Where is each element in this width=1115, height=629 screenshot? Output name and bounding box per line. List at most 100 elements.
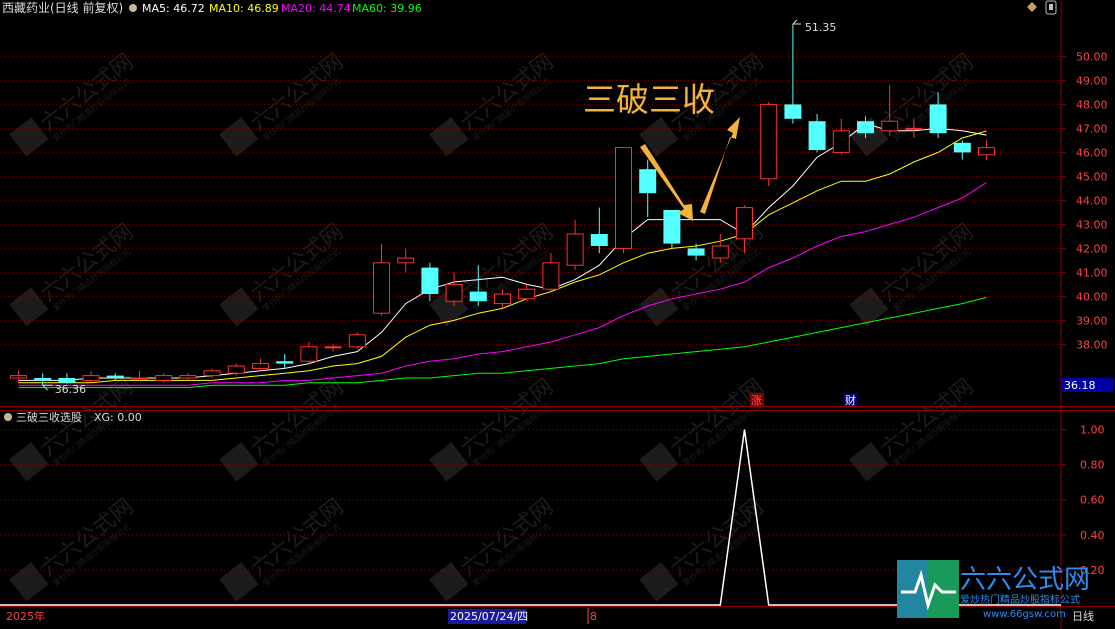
candle (445, 272, 463, 306)
watermark-text: 六六公式网 (36, 494, 138, 581)
candle (82, 370, 100, 383)
ma10-label: MA10: 46.89 (209, 2, 279, 15)
period-label[interactable]: 日线 (1072, 609, 1094, 623)
candle-body (373, 262, 390, 314)
candle-body (615, 147, 632, 249)
candle-body (687, 248, 705, 256)
ma5-label: MA5: 46.72 (142, 2, 205, 15)
watermark-tile: 六六公式网爱炒热门精品炒股指标公式 (9, 219, 138, 327)
watermark-tile: 六六公式网爱炒热门精品炒股指标公式 (219, 494, 348, 602)
candle-body (397, 257, 415, 264)
candle-body (469, 291, 487, 302)
top-right-controls (1027, 0, 1057, 15)
candle-body (711, 245, 729, 259)
candle (421, 262, 439, 302)
candle-body (518, 288, 536, 300)
candle (832, 118, 850, 155)
watermark-text: 六六公式网 (36, 219, 138, 306)
candle (518, 284, 536, 302)
watermark-tile: 六六公式网爱炒热门精品炒股指标公式 (849, 219, 978, 327)
cursor-date-label: 2025/07/24/四 (450, 610, 528, 623)
candle (808, 114, 826, 153)
candle-body (736, 207, 753, 240)
current-price-label: 36.18 (1064, 379, 1096, 392)
candle-body (445, 283, 463, 302)
watermark-text: 六六公式网 (456, 494, 558, 581)
candle-body (905, 127, 923, 130)
xg-value: XG: 0.00 (94, 411, 142, 424)
brand-slogan: 爱炒热门精品炒股指标公式 (960, 593, 1080, 606)
finance-marker[interactable]: 财 (845, 393, 856, 407)
candle-body (832, 130, 850, 153)
watermark-tile: 六六公式网爱炒热门精品炒股指标公式 (639, 494, 768, 602)
watermark-tile: 六六公式网爱炒热门精品炒股指标公式 (219, 49, 348, 157)
watermark-text: 六六公式网 (666, 374, 768, 461)
price-tick-label: 46.00 (1076, 146, 1108, 159)
annotation-text: 三破三收 (583, 80, 715, 119)
candle-body (566, 233, 584, 266)
candle (566, 219, 584, 270)
candlesticks (10, 24, 995, 386)
candle (590, 207, 608, 254)
candle-body (639, 169, 657, 194)
candle-body (300, 346, 318, 362)
candle-body (106, 375, 124, 378)
diamond-icon[interactable] (1027, 2, 1037, 12)
chart-header: 西藏药业(日线 前复权) MA5: 46.72 MA10: 46.89 MA20… (2, 0, 422, 15)
candle (324, 344, 342, 352)
candle-body (590, 234, 608, 246)
high-price-label: 51.35 (805, 21, 837, 34)
candle-body (760, 103, 778, 180)
watermark-tile: 六六公式网爱炒热门精品炒股指标公式 (429, 494, 558, 602)
settings-dot-icon[interactable] (129, 4, 137, 12)
watermark-text: 六六公式网 (246, 219, 348, 306)
price-tick-label: 39.00 (1076, 314, 1108, 327)
ma60-label: MA60: 39.96 (352, 2, 422, 15)
candle-body (542, 262, 560, 290)
candle (131, 370, 148, 381)
candle-body (179, 375, 197, 379)
candle (34, 373, 52, 386)
candle (373, 243, 390, 316)
candle-body (808, 121, 826, 150)
brand-url: www.66gsw.com (983, 609, 1066, 620)
candle-body (34, 378, 52, 381)
watermark-text: 六六公式网 (246, 374, 348, 461)
watermark-tile: 六六公式网爱炒热门精品炒股指标公式 (639, 219, 768, 327)
ma20-label: MA20: 44.74 (281, 2, 351, 15)
candle (711, 234, 729, 263)
stock-title[interactable]: 西藏药业(日线 前复权) (2, 0, 123, 15)
candle (179, 373, 197, 381)
candle-body (324, 346, 342, 349)
candle-body (881, 120, 899, 132)
candle (784, 24, 802, 124)
candle (953, 140, 971, 160)
price-tick-label: 38.00 (1076, 338, 1108, 351)
stock-chart: 六六公式网爱炒热门精品炒股指标公式 六六公式网爱炒热门精品炒股指标公式 六六公式网爱… (0, 0, 1115, 629)
watermark-text: 六六公式网 (36, 49, 138, 136)
watermark-tile: 六六公式网爱炒热门精品炒股指标公式 (639, 374, 768, 482)
candle (615, 147, 632, 254)
price-tick-label: 49.00 (1076, 74, 1108, 87)
watermark-text: 六六公式网 (876, 219, 978, 306)
candle (639, 159, 657, 218)
watermark-text: 六六公式网 (246, 49, 348, 136)
candle-body (929, 104, 947, 134)
annotation-arrow-up (700, 117, 740, 214)
brand-name: 六六公式网 (960, 565, 1090, 595)
indicator-header: 三破三收选股 XG: 0.00 (4, 410, 142, 424)
month-label: 8 (590, 610, 597, 623)
current-price-tag: 36.18 (1062, 378, 1114, 392)
candle (276, 354, 294, 369)
indicator-tick-label: 0.40 (1080, 529, 1105, 542)
indicator-settings-icon[interactable] (4, 413, 12, 421)
price-tick-label: 43.00 (1076, 218, 1108, 231)
candle (760, 102, 778, 186)
indicator-title[interactable]: 三破三收选股 (16, 410, 82, 424)
candle-body (348, 334, 366, 348)
watermark-text: 六六公式网 (876, 374, 978, 461)
indicator-axis: 0.200.400.600.801.00 (1061, 424, 1105, 577)
candle-body (276, 361, 294, 364)
rise-marker[interactable]: 涨 (751, 394, 762, 407)
watermark-tile: 六六公式网爱炒热门精品炒股指标公式 (219, 374, 348, 482)
